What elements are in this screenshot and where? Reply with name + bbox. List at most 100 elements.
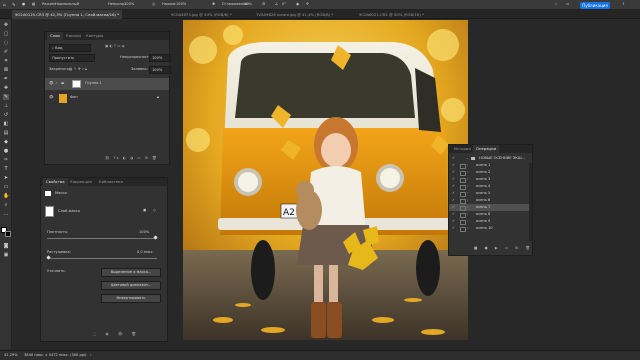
eraser-icon[interactable]: ◧ [3,121,9,127]
mask-icon [45,191,51,196]
screen-mode-icon[interactable]: ▣ [3,252,9,258]
density-slider[interactable] [47,238,157,239]
healing-brush-icon[interactable]: ✚ [3,85,9,91]
density-value[interactable]: 100% [139,230,149,235]
actions-footer-icons[interactable]: ■ ● ▶ ▭ ⊞ 🗑︎ [474,246,533,251]
check-icon[interactable]: ✓ [452,225,455,232]
status-menu-icon[interactable]: › [90,353,91,358]
dodge-tool-icon[interactable]: ● [3,148,9,154]
properties-footer-icons[interactable]: ⬚ ◉ 👁︎ 🗑︎ [93,332,140,337]
blur-tool-icon[interactable]: ◆ [3,139,9,145]
tab-layers[interactable]: Слои [47,32,63,40]
tab-doc-3[interactable]: 7V5A9626 копия.jpg @ 41,4% (RGB/8) * [253,10,336,19]
type-tool-icon[interactable]: T [3,166,9,172]
lasso-tool-icon[interactable]: ◌ [3,40,9,46]
artboard-tool-icon[interactable]: ▢ [3,31,9,37]
crop-tool-icon[interactable]: ⌗ [3,58,9,64]
vector-mask-icon[interactable]: ◇ [153,208,156,213]
workspace-icon[interactable]: ▭ [566,2,569,7]
pressure-opacity-icon[interactable]: ◎ [152,2,155,7]
actions-panel-tabs: История Операции [449,145,532,153]
hand-tool-icon[interactable]: ✋ [3,193,9,199]
document-size[interactable]: 3840 пикс. x 5472 пикс. (300 ppi) [24,353,86,358]
layer-opacity-input[interactable]: 100% [149,54,171,62]
layer-filter-icons[interactable]: ▣ ◐ T ▭ ◈ [105,44,124,49]
feather-slider-handle[interactable] [46,255,51,260]
airbrush-icon[interactable]: ✱ [212,2,215,7]
tab-actions[interactable]: Операции [473,145,500,153]
density-slider-handle[interactable] [153,235,158,240]
feather-value[interactable]: 0,0 пикс. [137,250,154,255]
tab-doc-2[interactable]: 9C0A4673.jpg @ 50% (RGB/8) * [168,10,235,19]
layer-fill-input[interactable]: 100% [149,66,171,74]
tab-paths[interactable]: Контуры [83,32,106,40]
brush-settings-icon[interactable]: ▦ [32,2,35,7]
eyedropper-icon[interactable]: ✒ [3,76,9,82]
layer-name[interactable]: Фон [70,95,78,100]
tab-history[interactable]: История [451,145,474,153]
shape-tool-icon[interactable]: ▭ [3,184,9,190]
lock-icons[interactable]: ▦ ✎ ✥ ⌗ 🔒︎ [69,67,87,72]
document-canvas[interactable]: A2 [183,20,468,340]
path-select-icon[interactable]: ➤ [3,175,9,181]
more-tools-icon[interactable]: … [3,211,9,217]
layer-row-background[interactable]: 👁︎ Фон 🔒︎ [45,92,169,104]
mask-name: Слой-маска [58,209,80,213]
brush-tool-icon[interactable]: ✎ [12,2,16,7]
actions-scrollbar[interactable] [529,163,532,241]
angle-value[interactable]: 0° [282,2,286,7]
invert-button[interactable]: Инвертировать [101,294,161,303]
gradient-tool-icon[interactable]: ▤ [3,130,9,136]
folder-icon [471,157,475,160]
zoom-tool-icon[interactable]: ⌕ [3,202,9,208]
dialog-toggle-icon[interactable] [460,226,466,233]
brush-tool-icon[interactable]: ✎ [3,94,9,100]
feather-label: Растушевка: [47,250,71,254]
layer-name[interactable]: Группа 1 [85,81,102,86]
feather-slider[interactable] [47,258,157,259]
pressure-label: Нажим: [162,2,177,6]
eye-icon[interactable]: 👁︎ [49,95,54,100]
history-brush-icon[interactable]: ↺ [3,112,9,118]
search-icon[interactable]: ⌕ [555,2,557,7]
mask-thumbnail[interactable] [72,80,81,88]
pressure-size-icon[interactable]: ◉ [296,2,299,7]
tab-properties[interactable]: Свойства [43,178,68,186]
move-tool-icon[interactable]: ✥ [3,22,9,28]
lock-icon: 🔒︎ [157,95,159,99]
smoothing-value[interactable]: 10% [244,2,252,7]
layer-row-group[interactable]: 👁︎ › ▬ Группа 1 [45,78,169,90]
opacity-value[interactable]: 100% [124,2,134,7]
frame-tool-icon[interactable]: ⊠ [3,67,9,73]
mode-select[interactable]: Нормальный [55,2,79,7]
pressure-value[interactable]: 100% [176,2,186,7]
tab-channels[interactable]: Каналы [63,32,84,40]
layer-filter-select[interactable]: ⌕ Вид [49,44,91,52]
publish-button[interactable]: Публикация [580,1,610,9]
color-range-button[interactable]: Цветовой диапазон... [101,281,161,290]
home-icon[interactable]: ⌂ [3,2,6,7]
zoom-level[interactable]: 42,29% [4,353,18,358]
blend-mode-select[interactable]: Пропустить [49,54,95,62]
clone-stamp-icon[interactable]: ⊥ [3,103,9,109]
background-color-swatch[interactable] [5,231,11,237]
pen-tool-icon[interactable]: ✑ [3,157,9,163]
properties-panel-tabs: Свойства Коррекция Библиотеки [41,178,167,186]
pixel-mask-icon[interactable]: ▣ [143,208,146,213]
select-and-mask-button[interactable]: Выделение и маска... [101,268,161,277]
tab-doc-1[interactable]: 9O1A0125.CR3 @ 42,3% (Группа 1, Слой-мас… [12,10,123,19]
tab-libraries[interactable]: Библиотеки [96,178,126,186]
tab-doc-4[interactable]: 9C0A6021.CR2 @ 50% (RGB/16) * [356,10,427,19]
quick-mask-icon[interactable]: ◙ [3,243,9,249]
share-icon[interactable]: ⇪ [622,2,625,7]
eye-icon[interactable]: 👁︎ [49,81,54,86]
chevron-right-icon[interactable]: › [56,81,57,86]
action-row[interactable]: ✓ › осень 10 [449,225,532,233]
symmetry-icon[interactable]: ✣ [306,2,309,7]
layers-footer-icons[interactable]: ⛓ fx ◐ ◑ ▭ ⊞ 🗑︎ [105,156,158,161]
tab-adjustments[interactable]: Коррекция [67,178,95,186]
brush-size[interactable]: ● [22,2,25,7]
quick-select-icon[interactable]: ✐ [3,49,9,55]
chevron-right-icon[interactable]: › [467,225,468,232]
smoothing-settings-icon[interactable]: ⚙ [262,2,265,7]
